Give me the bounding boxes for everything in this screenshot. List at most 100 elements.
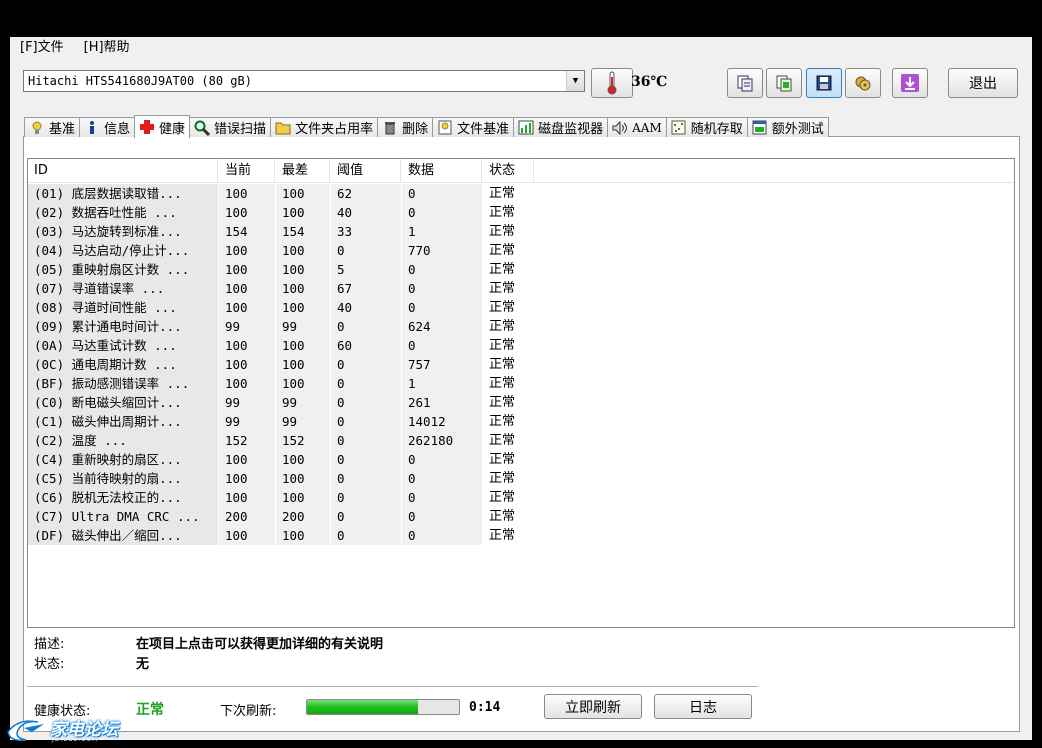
cell-threshold: 0 — [331, 355, 401, 374]
tab-benchmark[interactable]: 基准 — [24, 117, 81, 137]
health-cross-icon — [139, 119, 155, 135]
extra-test-icon — [752, 120, 768, 136]
cell-worst: 100 — [276, 298, 330, 317]
column-header-data[interactable]: 数据 — [402, 159, 482, 182]
cell-data: 0 — [402, 260, 482, 279]
tab-folder-usage[interactable]: 文件夹占用率 — [270, 117, 379, 137]
save-icon — [816, 75, 832, 91]
refresh-countdown: 0:14 — [469, 700, 501, 715]
table-row[interactable]: (07) 寻道错误率 ... 100 100 67 0 正常 — [28, 279, 1014, 298]
tab-label: 健康 — [159, 121, 186, 137]
table-row[interactable]: (08) 寻道时间性能 ... 100 100 40 0 正常 — [28, 298, 1014, 317]
cell-current: 100 — [219, 184, 275, 203]
cell-status: 正常 — [483, 184, 534, 203]
temperature-button[interactable] — [591, 68, 633, 98]
tab-info[interactable]: 信息 — [79, 117, 136, 137]
table-row[interactable]: (03) 马达旋转到标准... 154 154 33 1 正常 — [28, 222, 1014, 241]
table-row[interactable]: (04) 马达启动/停止计... 100 100 0 770 正常 — [28, 241, 1014, 260]
table-row[interactable]: (C0) 断电磁头缩回计... 99 99 0 261 正常 — [28, 393, 1014, 412]
cell-status: 正常 — [483, 279, 534, 298]
copy-text-button[interactable] — [766, 68, 802, 98]
cell-id: (BF) 振动感测错误率 ... — [28, 374, 218, 393]
table-row[interactable]: (0A) 马达重试计数 ... 100 100 60 0 正常 — [28, 336, 1014, 355]
refresh-progress-fill — [307, 700, 418, 714]
log-button[interactable]: 日志 — [654, 694, 752, 719]
cell-data: 0 — [402, 469, 482, 488]
cell-status: 正常 — [483, 488, 534, 507]
tab-erase[interactable]: 删除 — [377, 117, 434, 137]
copy-button[interactable] — [727, 68, 763, 98]
table-row[interactable]: (C2) 温度 ... 152 152 0 262180 正常 — [28, 431, 1014, 450]
table-row[interactable]: (05) 重映射扇区计数 ... 100 100 5 0 正常 — [28, 260, 1014, 279]
download-button[interactable] — [892, 68, 928, 98]
cell-current: 100 — [219, 260, 275, 279]
tab-label: 额外测试 — [771, 122, 824, 137]
column-header-worst[interactable]: 最差 — [276, 159, 330, 182]
table-row[interactable]: (BF) 振动感测错误率 ... 100 100 0 1 正常 — [28, 374, 1014, 393]
trash-icon — [382, 120, 398, 136]
column-header-id[interactable]: ID — [28, 159, 218, 182]
tab-error-scan[interactable]: 错误扫描 — [189, 117, 272, 137]
refresh-progress-bar — [306, 699, 460, 715]
table-row[interactable]: (C7) Ultra DMA CRC ... 200 200 0 0 正常 — [28, 507, 1014, 526]
cell-id: (C2) 温度 ... — [28, 431, 218, 450]
cell-threshold: 0 — [331, 469, 401, 488]
table-row[interactable]: (0C) 通电周期计数 ... 100 100 0 757 正常 — [28, 355, 1014, 374]
cell-id: (C7) Ultra DMA CRC ... — [28, 507, 218, 526]
tab-label: AAM — [632, 120, 662, 135]
table-row[interactable]: (C1) 磁头伸出周期计... 99 99 0 14012 正常 — [28, 412, 1014, 431]
exit-button[interactable]: 退出 — [948, 68, 1018, 98]
file-benchmark-icon — [437, 120, 453, 136]
tab-aam[interactable]: AAM — [607, 117, 667, 137]
smart-table[interactable]: ID 当前 最差 阈值 数据 状态 (01) 底层数据读取错... 100 100 6… — [27, 158, 1015, 628]
drive-select[interactable]: Hitachi HTS541680J9AT00 (80 gB) ▼ — [23, 70, 585, 92]
table-row[interactable]: (01) 底层数据读取错... 100 100 62 0 正常 — [28, 184, 1014, 203]
tab-bar: 基准 信息 健康 错误扫描 文件夹占用率 删除 文件基准 磁盘监视器 AAM 随… — [24, 115, 829, 138]
tab-health[interactable]: 健康 — [134, 115, 191, 138]
cell-id: (C1) 磁头伸出周期计... — [28, 412, 218, 431]
table-row[interactable]: (DF) 磁头伸出／缩回... 100 100 0 0 正常 — [28, 526, 1014, 545]
cell-data: 14012 — [402, 412, 482, 431]
watermark-subtext: JD.BBS.COM — [52, 736, 99, 743]
column-header-status[interactable]: 状态 — [483, 159, 534, 182]
cell-worst: 100 — [276, 469, 330, 488]
tab-random-access[interactable]: 随机存取 — [665, 117, 748, 137]
table-row[interactable]: (C5) 当前待映射的扇... 100 100 0 0 正常 — [28, 469, 1014, 488]
table-row[interactable]: (02) 数据吞吐性能 ... 100 100 40 0 正常 — [28, 203, 1014, 222]
description-label: 描述: — [34, 637, 65, 652]
cell-status: 正常 — [483, 203, 534, 222]
cell-current: 99 — [219, 393, 275, 412]
menu-file[interactable]: [F]文件 — [10, 37, 74, 59]
table-row[interactable]: (C4) 重新映射的扇区... 100 100 0 0 正常 — [28, 450, 1014, 469]
column-header-threshold[interactable]: 阈值 — [331, 159, 401, 182]
chevron-down-icon[interactable]: ▼ — [566, 71, 584, 91]
refresh-now-button[interactable]: 立即刷新 — [544, 694, 642, 719]
cell-threshold: 5 — [331, 260, 401, 279]
cell-current: 100 — [219, 488, 275, 507]
cell-current: 100 — [219, 241, 275, 260]
column-header-current[interactable]: 当前 — [219, 159, 275, 182]
table-row[interactable]: (09) 累计通电时间计... 99 99 0 624 正常 — [28, 317, 1014, 336]
save-button[interactable] — [806, 68, 842, 98]
menu-help[interactable]: [H]帮助 — [74, 37, 140, 59]
tab-label: 文件夹占用率 — [295, 122, 374, 137]
tab-label: 删除 — [402, 122, 429, 137]
info-icon — [84, 120, 100, 136]
tab-disk-monitor[interactable]: 磁盘监视器 — [513, 117, 609, 137]
cell-worst: 100 — [276, 355, 330, 374]
cell-status: 正常 — [483, 412, 534, 431]
cell-id: (09) 累计通电时间计... — [28, 317, 218, 336]
cell-current: 100 — [219, 469, 275, 488]
table-row[interactable]: (C6) 脱机无法校正的... 100 100 0 0 正常 — [28, 488, 1014, 507]
cell-current: 99 — [219, 412, 275, 431]
tab-extra-tests[interactable]: 额外测试 — [746, 117, 829, 137]
cell-threshold: 40 — [331, 298, 401, 317]
tab-file-benchmark[interactable]: 文件基准 — [432, 117, 515, 137]
cell-threshold: 0 — [331, 374, 401, 393]
cell-threshold: 0 — [331, 507, 401, 526]
options-button[interactable] — [845, 68, 881, 98]
cell-current: 100 — [219, 298, 275, 317]
cell-data: 624 — [402, 317, 482, 336]
cell-threshold: 0 — [331, 393, 401, 412]
cell-threshold: 0 — [331, 317, 401, 336]
